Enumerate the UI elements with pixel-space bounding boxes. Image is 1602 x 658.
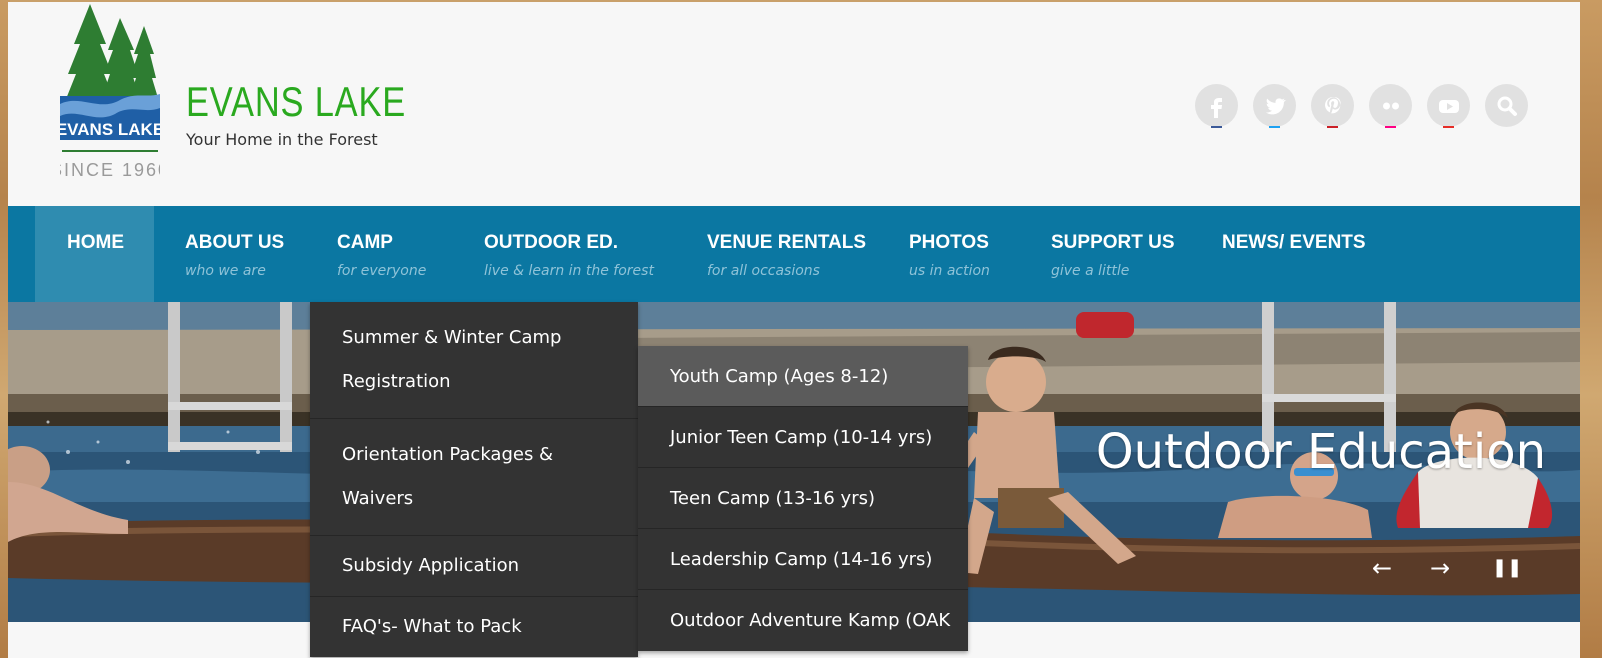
menu-item-subsidy-application[interactable]: Subsidy Application	[310, 536, 638, 597]
pinterest-button[interactable]	[1311, 84, 1354, 128]
nav-photos[interactable]: PHOTOS us in action	[909, 206, 990, 302]
nav-outdoor-ed-sub: live & learn in the forest	[484, 263, 654, 279]
submenu-item-outdoor-adventure-kamp[interactable]: Outdoor Adventure Kamp (OAK	[638, 590, 968, 651]
nav-venue-rentals-label: VENUE RENTALS	[707, 232, 867, 253]
twitter-icon	[1265, 97, 1286, 114]
social-links	[1195, 84, 1528, 128]
facebook-icon	[1210, 97, 1222, 118]
search-button[interactable]	[1485, 84, 1528, 127]
nav-support-us-sub: give a little	[1051, 263, 1130, 279]
menu-item-faq-what-to-pack[interactable]: FAQ's- What to Pack	[310, 597, 638, 657]
nav-support-us-label: SUPPORT US	[1051, 232, 1175, 253]
slider-pause-button[interactable]: ❚❚	[1492, 557, 1522, 578]
nav-about-us-label: ABOUT US	[185, 232, 285, 253]
submenu-item-youth-camp[interactable]: Youth Camp (Ages 8-12)	[638, 346, 968, 407]
menu-item-summer-winter-registration[interactable]: Summer & Winter Camp Registration	[310, 302, 638, 419]
nav-photos-label: PHOTOS	[909, 232, 989, 253]
slider-prev-button[interactable]: ←	[1372, 554, 1392, 582]
flickr-button[interactable]	[1369, 84, 1412, 128]
search-icon	[1497, 96, 1517, 116]
flickr-icon	[1382, 102, 1399, 109]
logo-text: EVANS LAKE	[60, 120, 160, 139]
page: EVANS LAKE SINCE 1960 EVANS LAKE Your Ho…	[8, 2, 1580, 658]
nav-about-us[interactable]: ABOUT US who we are	[185, 206, 284, 302]
wood-border-right	[1580, 0, 1602, 658]
pinterest-icon	[1324, 96, 1341, 113]
registration-submenu: Youth Camp (Ages 8-12) Junior Teen Camp …	[638, 346, 968, 651]
nav-camp-sub: for everyone	[337, 263, 427, 279]
submenu-item-leadership-camp[interactable]: Leadership Camp (14-16 yrs)	[638, 529, 968, 590]
nav-support-us[interactable]: SUPPORT US give a little	[1051, 206, 1175, 302]
nav-camp-label: CAMP	[337, 232, 393, 253]
twitter-accent	[1269, 126, 1280, 128]
pinterest-accent	[1327, 126, 1338, 128]
slider-next-button[interactable]: →	[1430, 554, 1450, 582]
nav-photos-sub: us in action	[909, 263, 990, 279]
submenu-item-teen-camp[interactable]: Teen Camp (13-16 yrs)	[638, 468, 968, 529]
nav-venue-rentals-sub: for all occasions	[707, 263, 820, 279]
menu-item-orientation-packages[interactable]: Orientation Packages & Waivers	[310, 419, 638, 536]
nav-news-events[interactable]: NEWS/ EVENTS	[1222, 206, 1366, 302]
nav-camp[interactable]: CAMP for everyone	[337, 206, 426, 302]
main-nav: HOME ABOUT US who we are CAMP for everyo…	[8, 206, 1580, 302]
nav-news-events-label: NEWS/ EVENTS	[1222, 232, 1366, 253]
nav-outdoor-ed-label: OUTDOOR ED.	[484, 232, 619, 253]
youtube-button[interactable]	[1427, 84, 1470, 128]
flickr-accent	[1385, 126, 1396, 128]
nav-outdoor-ed[interactable]: OUTDOOR ED. live & learn in the forest	[484, 206, 654, 302]
youtube-accent	[1443, 126, 1454, 128]
nav-about-us-sub: who we are	[185, 263, 266, 279]
site-tagline: Your Home in the Forest	[186, 130, 378, 149]
logo-since: SINCE 1960	[60, 160, 160, 180]
nav-home[interactable]: HOME	[35, 206, 154, 302]
submenu-item-junior-teen-camp[interactable]: Junior Teen Camp (10-14 yrs)	[638, 407, 968, 468]
facebook-button[interactable]	[1195, 84, 1238, 128]
camp-dropdown-menu: Summer & Winter Camp Registration Orient…	[310, 302, 638, 657]
youtube-icon	[1438, 99, 1459, 113]
site-header: EVANS LAKE SINCE 1960 EVANS LAKE Your Ho…	[8, 2, 1580, 206]
nav-venue-rentals[interactable]: VENUE RENTALS for all occasions	[707, 206, 866, 302]
nav-home-label: HOME	[67, 232, 124, 253]
facebook-accent	[1211, 126, 1222, 128]
site-title[interactable]: EVANS LAKE	[186, 78, 406, 126]
hero-caption: Outdoor Education	[1095, 424, 1546, 480]
twitter-button[interactable]	[1253, 84, 1296, 128]
evans-lake-logo[interactable]: EVANS LAKE SINCE 1960	[50, 4, 168, 182]
